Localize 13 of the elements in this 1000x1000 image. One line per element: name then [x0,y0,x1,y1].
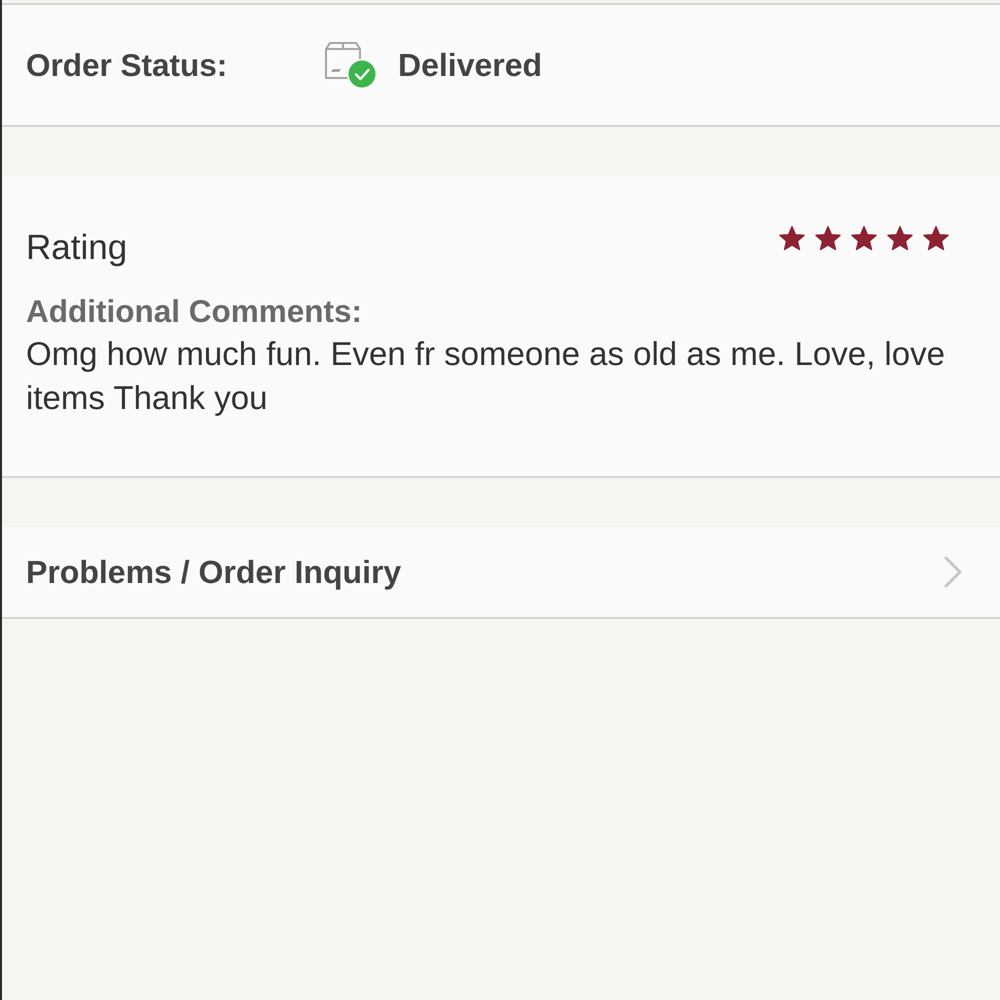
order-status-label: Order Status: [26,46,228,84]
order-inquiry-row[interactable]: Problems / Order Inquiry [2,527,1000,619]
package-check-icon [322,42,378,90]
order-status-value: Delivered [398,46,542,84]
comments-label: Additional Comments: [26,292,363,330]
star-icon [922,225,950,253]
comments-text: Omg how much fun. Even fr someone as old as me. Love, love items Thank you [26,334,946,418]
star-icon [850,225,878,253]
star-icon [778,225,806,253]
chevron-right-icon [942,556,964,588]
rating-title: Rating [26,227,128,269]
star-icon [814,225,842,253]
star-icon [886,225,914,253]
